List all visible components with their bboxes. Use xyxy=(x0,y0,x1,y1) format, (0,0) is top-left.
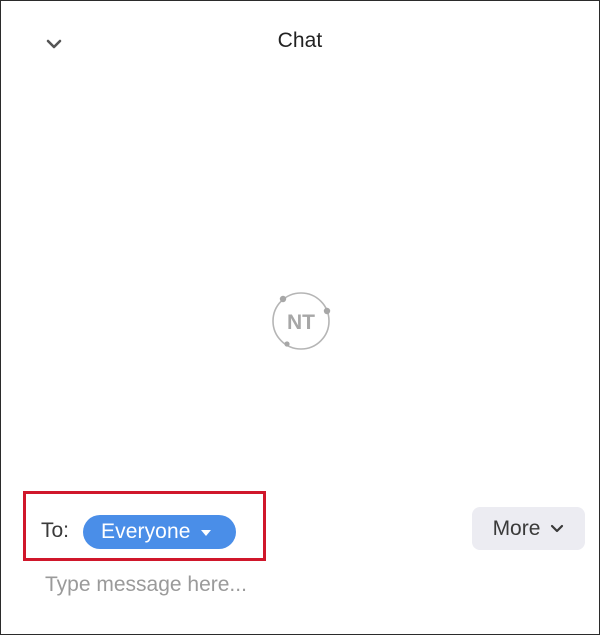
recipient-dropdown[interactable]: Everyone xyxy=(83,515,236,549)
chevron-down-icon xyxy=(550,524,564,534)
caret-down-icon xyxy=(200,530,211,536)
message-input[interactable] xyxy=(37,567,557,603)
chat-panel: Chat NT To: Everyone More xyxy=(0,0,600,635)
recipient-selected-label: Everyone xyxy=(101,520,191,543)
logo-text: NT xyxy=(287,311,315,334)
to-label: To: xyxy=(41,519,70,542)
more-button-label: More xyxy=(492,516,541,540)
more-button[interactable]: More xyxy=(472,507,585,550)
panel-title: Chat xyxy=(277,29,323,52)
logo-icon: NT xyxy=(272,292,331,350)
